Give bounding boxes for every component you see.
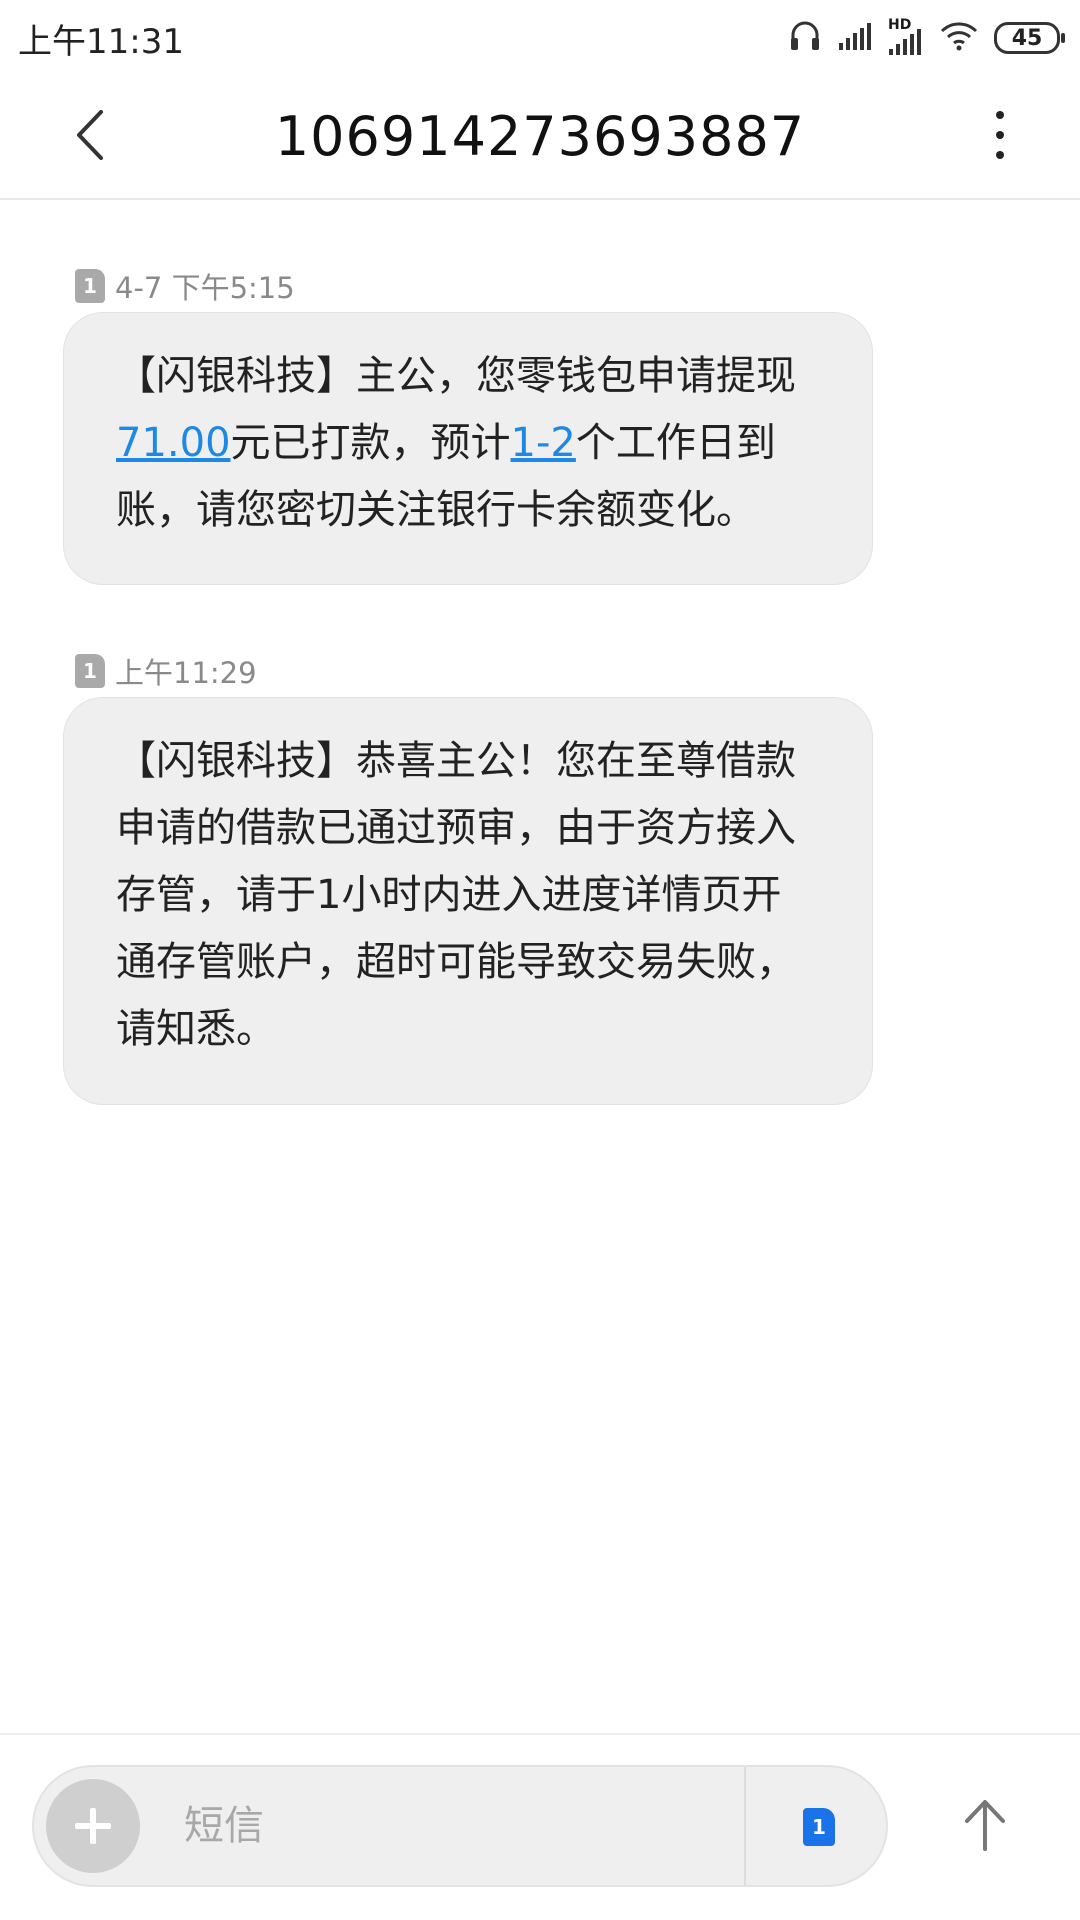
headphone-icon [788, 19, 822, 57]
wifi-icon [940, 21, 978, 55]
message-meta: 1 上午11:29 [75, 653, 257, 690]
sms-input[interactable] [182, 1795, 746, 1857]
status-icons: HD 45 [788, 16, 1065, 60]
composer: 1 [32, 1765, 888, 1887]
conversation-title: 106914273693887 [274, 105, 806, 168]
amount-link[interactable]: 71.00 [116, 420, 231, 466]
conversation-header: 106914273693887 [0, 75, 1080, 200]
plus-icon [75, 1808, 111, 1844]
sim-card-icon: 1 [75, 269, 105, 303]
divider [744, 1767, 746, 1885]
send-button[interactable] [955, 1785, 1015, 1865]
status-time: 上午11:31 [18, 22, 184, 62]
message-date: 4-7 下午5:15 [115, 271, 295, 305]
sms-conversation-screen: 上午11:31 HD 45 106914273693887 1 4-7 下午5:… [0, 0, 1080, 1920]
message-date: 上午11:29 [115, 656, 257, 690]
days-link[interactable]: 1-2 [511, 420, 576, 466]
sim-card-icon: 1 [803, 1808, 835, 1846]
status-bar: 上午11:31 HD 45 [0, 0, 1080, 75]
sim-card-icon: 1 [75, 654, 105, 688]
add-attachment-button[interactable] [46, 1779, 140, 1873]
message-text: 【闪银科技】主公，您零钱包申请提现 [116, 353, 796, 399]
battery-icon: 45 [994, 22, 1065, 54]
message-bubble[interactable]: 【闪银科技】主公，您零钱包申请提现71.00元已打款，预计1-2个工作日到账，请… [63, 312, 873, 585]
message-text: 【闪银科技】恭喜主公！您在至尊借款申请的借款已通过预审，由于资方接入存管，请于1… [116, 738, 796, 1052]
message-bubble[interactable]: 【闪银科技】恭喜主公！您在至尊借款申请的借款已通过预审，由于资方接入存管，请于1… [63, 697, 873, 1105]
signal-icon [838, 21, 872, 55]
composer-bar: 1 [0, 1733, 1080, 1920]
signal-hd-icon: HD [888, 17, 924, 55]
message-meta: 1 4-7 下午5:15 [75, 268, 295, 305]
arrow-up-icon [965, 1800, 1005, 1851]
more-options-button[interactable] [980, 105, 1020, 165]
more-vertical-icon [996, 111, 1004, 119]
sim-select-button[interactable]: 1 [794, 1802, 844, 1852]
message-text: 元已打款，预计 [230, 420, 511, 466]
